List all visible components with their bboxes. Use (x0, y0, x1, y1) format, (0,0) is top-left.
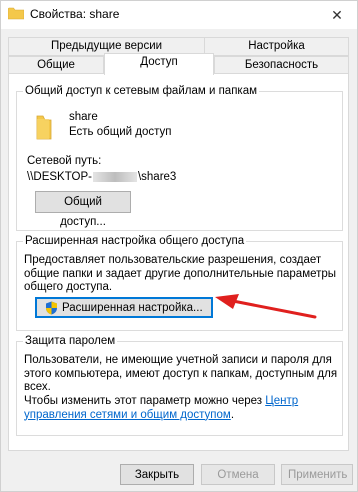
redacted-text (92, 171, 137, 182)
tab-label: Общие (37, 59, 75, 71)
tab-label: Предыдущие версии (50, 40, 163, 52)
group-title: Защита паролем (23, 334, 118, 348)
network-share-group: Общий доступ к сетевым файлам и папкам s… (16, 84, 343, 231)
red-arrow-annotation (215, 294, 317, 319)
change-text: Чтобы изменить этот параметр можно через (24, 395, 263, 407)
path-prefix: \\DESKTOP- (27, 171, 92, 183)
group-title: Расширенная настройка общего доступа (23, 234, 247, 248)
tab-customize[interactable]: Настройка (204, 37, 349, 56)
password-description: Пользователи, не имеющие учетной записи … (24, 354, 338, 393)
advanced-sharing-button[interactable]: Расширенная настройка... (35, 297, 213, 318)
tab-sharing[interactable]: Доступ (104, 53, 214, 75)
folder-icon (36, 115, 52, 140)
network-path-value: \\DESKTOP- \share3 (27, 171, 176, 185)
tab-label: Безопасность (244, 59, 319, 71)
uac-shield-icon (46, 301, 57, 315)
apply-button[interactable]: Применить (281, 464, 353, 485)
change-setting-text: Чтобы изменить этот параметр можно через… (24, 395, 338, 422)
path-suffix: \share3 (137, 171, 177, 183)
link-suffix: . (230, 408, 235, 421)
password-protection-group: Защита паролем Пользователи, не имеющие … (16, 334, 343, 436)
share-button[interactable]: Общий доступ... (35, 191, 131, 228)
title-bar[interactable]: Свойства: share ✕ (1, 1, 357, 29)
folder-icon (8, 7, 24, 20)
advanced-button-label: Расширенная настройка... (62, 302, 203, 314)
close-button[interactable]: Закрыть (120, 464, 194, 485)
window-title: Свойства: share (30, 7, 120, 21)
advanced-description: Предоставляет пользовательские разрешени… (24, 254, 337, 293)
properties-window: Свойства: share ✕ Предыдущие версии Наст… (0, 0, 358, 492)
sharing-tab-panel: Общий доступ к сетевым файлам и папкам s… (8, 73, 349, 451)
close-window-button[interactable]: ✕ (317, 1, 357, 29)
network-path-label: Сетевой путь: (27, 155, 102, 167)
tab-label: Настройка (248, 40, 305, 52)
close-icon: ✕ (331, 6, 343, 23)
cancel-button[interactable]: Отмена (201, 464, 275, 485)
share-status: Есть общий доступ (69, 126, 172, 138)
folder-name: share (69, 111, 98, 123)
advanced-sharing-group: Расширенная настройка общего доступа Пре… (16, 234, 343, 331)
tab-label: Доступ (140, 56, 178, 68)
group-title: Общий доступ к сетевым файлам и папкам (23, 84, 260, 98)
